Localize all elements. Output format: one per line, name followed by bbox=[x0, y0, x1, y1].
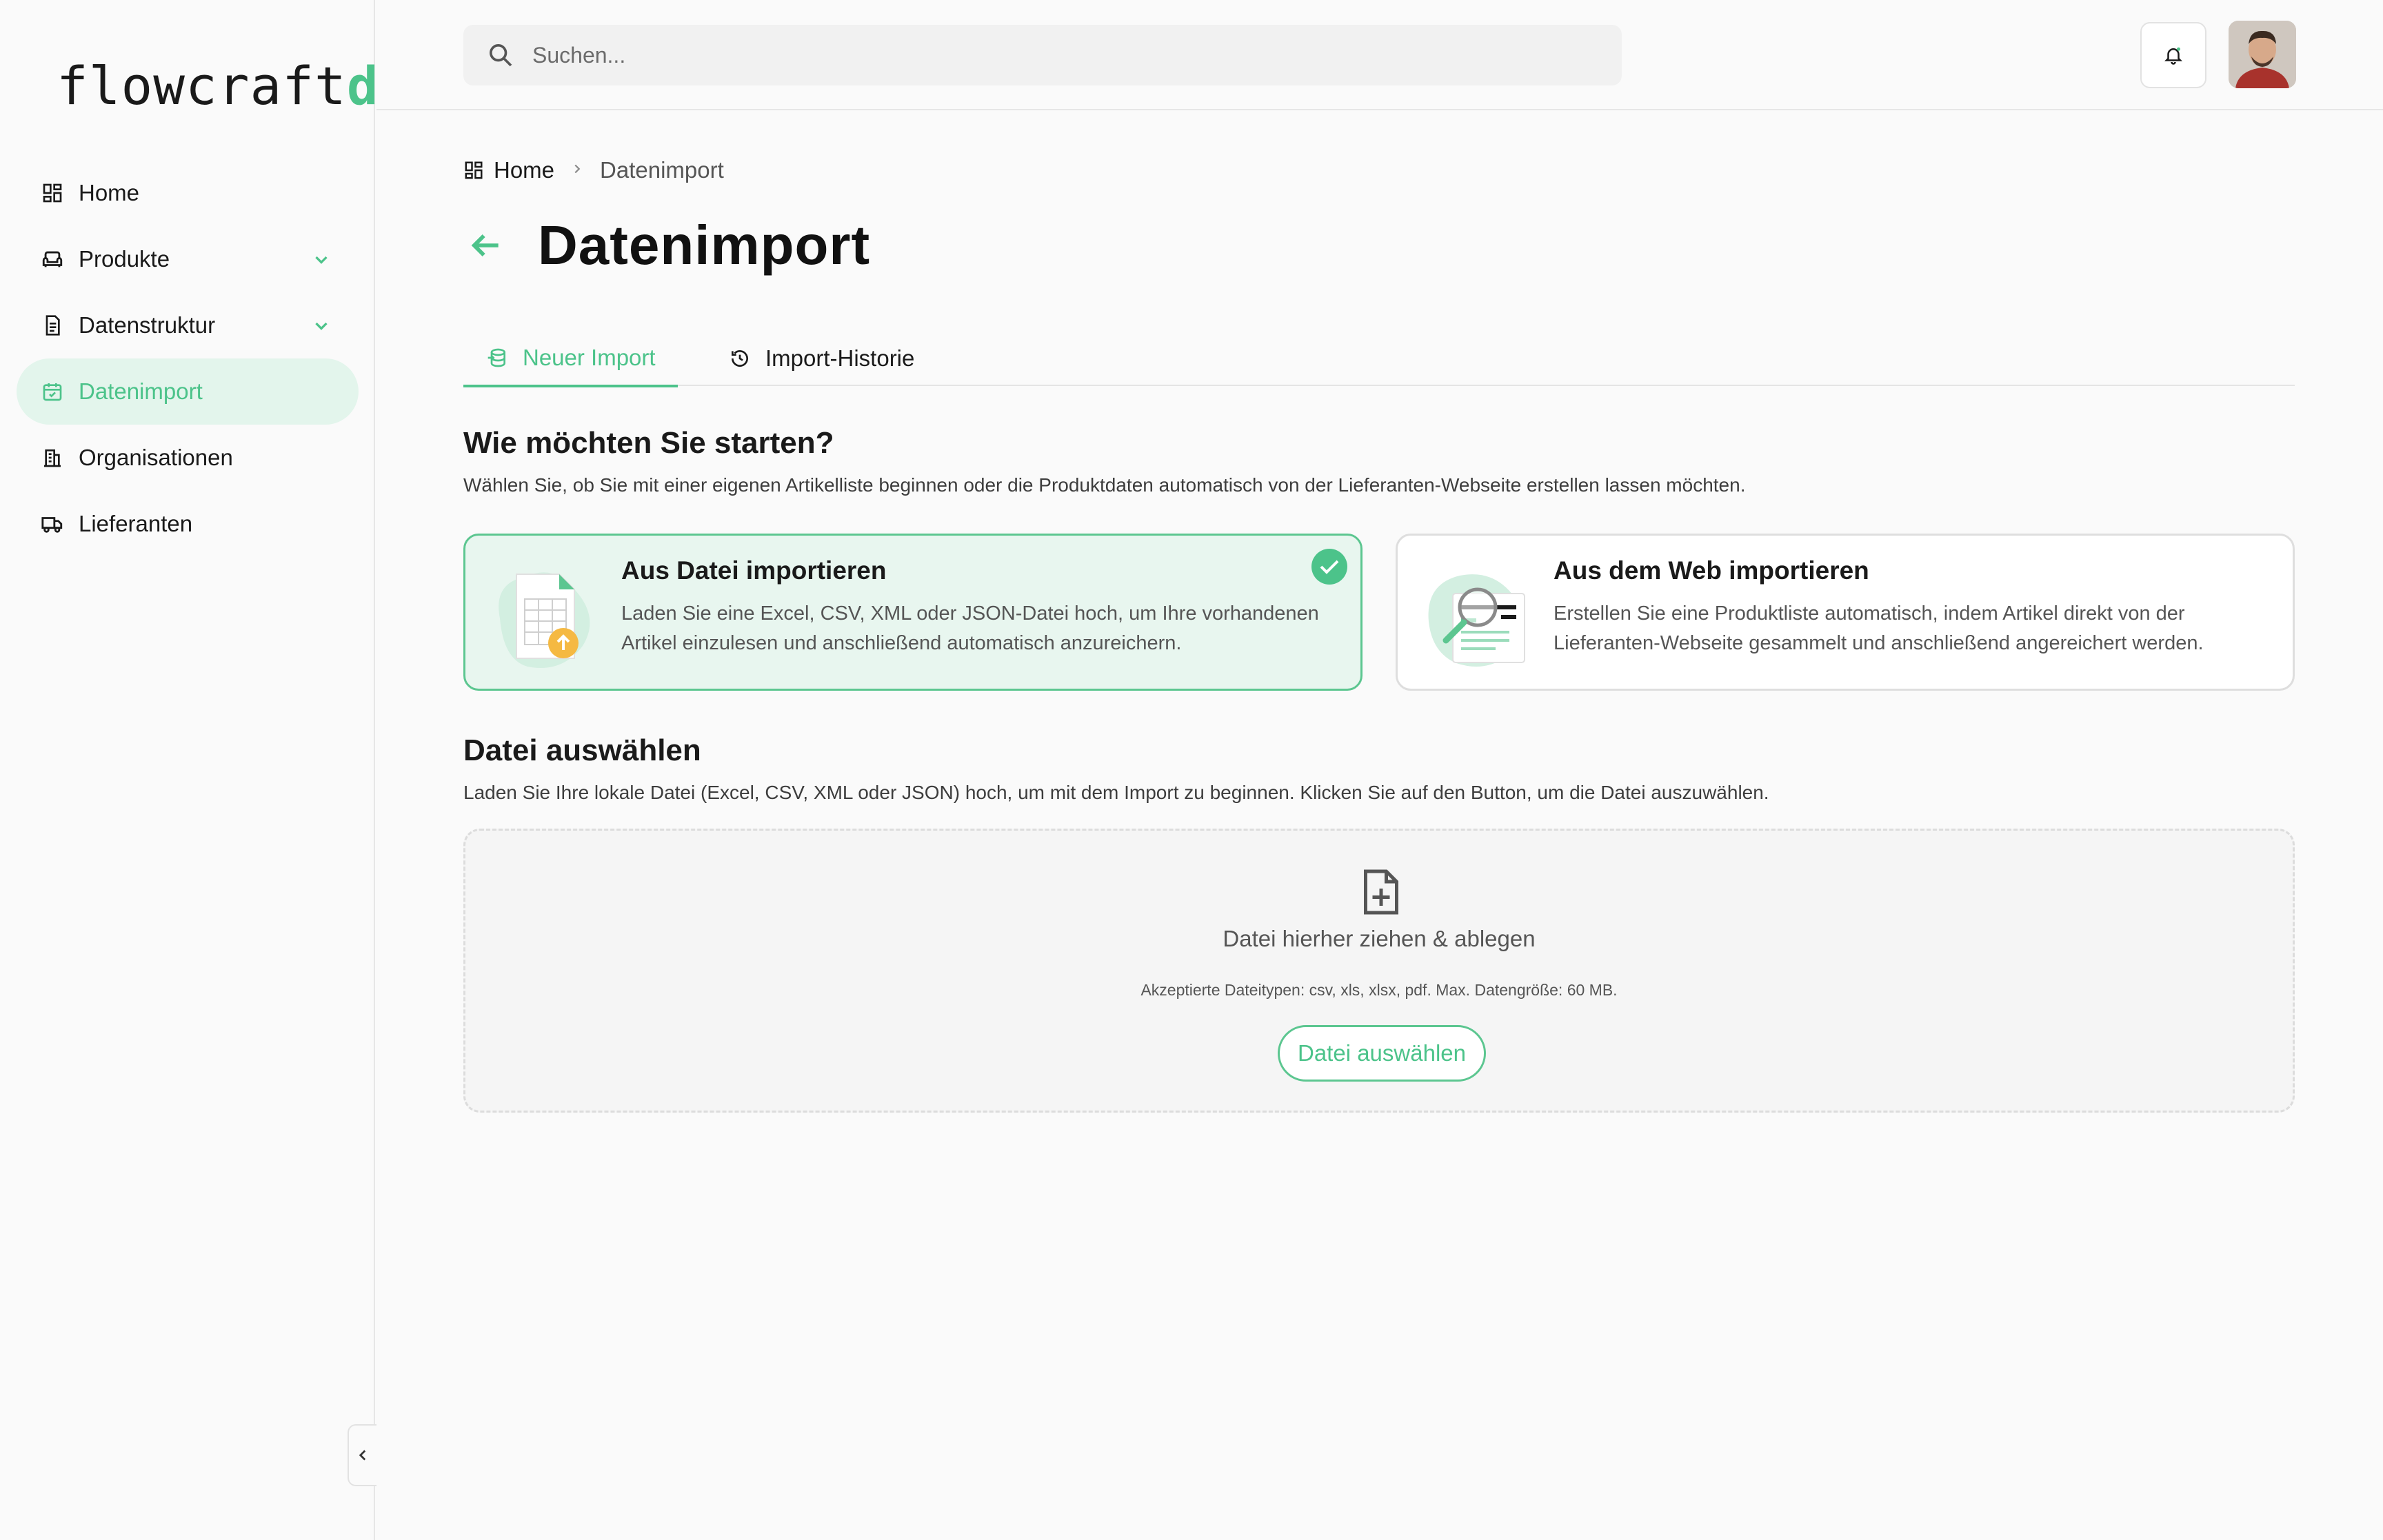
breadcrumb-current: Datenimport bbox=[600, 157, 724, 183]
logo-text: flowcraft bbox=[57, 55, 347, 116]
dropzone-text: Datei hierher ziehen & ablegen bbox=[1223, 926, 1536, 951]
tab-bar: Neuer Import Import-Historie bbox=[463, 331, 2295, 387]
search-input[interactable] bbox=[532, 42, 1567, 68]
dashboard-icon bbox=[465, 161, 483, 179]
sidebar-item-lieferanten[interactable]: Lieferanten bbox=[17, 491, 359, 557]
sidebar-item-label: Lieferanten bbox=[79, 511, 193, 536]
tab-neuer-import[interactable]: Neuer Import bbox=[463, 331, 678, 387]
start-section-title: Wie möchten Sie starten? bbox=[463, 426, 834, 460]
option-title: Aus dem Web importieren bbox=[1554, 556, 1869, 585]
sidebar-item-produkte[interactable]: Produkte bbox=[17, 226, 359, 292]
sidebar-item-label: Datenstruktur bbox=[79, 312, 216, 338]
sidebar-item-label: Datenimport bbox=[79, 378, 203, 404]
sidebar-item-datenstruktur[interactable]: Datenstruktur bbox=[17, 292, 359, 358]
tab-label: Import-Historie bbox=[765, 345, 915, 371]
page-title: Datenimport bbox=[538, 214, 871, 276]
top-header bbox=[376, 0, 2383, 110]
sidebar-item-datenimport[interactable]: Datenimport bbox=[17, 358, 359, 425]
chevron-right-icon bbox=[570, 159, 585, 182]
web-search-illustration-icon bbox=[1418, 556, 1536, 673]
sidebar: flowcraftdb Home Produkte Datenstruktur bbox=[0, 0, 410, 1540]
sofa-icon bbox=[39, 245, 66, 273]
tab-label: Neuer Import bbox=[523, 345, 656, 370]
collapse-sidebar-button[interactable] bbox=[348, 1424, 376, 1486]
file-section-title: Datei auswählen bbox=[463, 733, 701, 767]
option-description: Laden Sie eine Excel, CSV, XML oder JSON… bbox=[621, 602, 1319, 654]
sidebar-item-home[interactable]: Home bbox=[17, 160, 359, 226]
breadcrumb: Home Datenimport bbox=[463, 157, 724, 183]
document-icon bbox=[39, 312, 66, 339]
chevron-down-icon[interactable] bbox=[309, 313, 334, 338]
option-title: Aus Datei importieren bbox=[621, 556, 887, 585]
user-avatar[interactable] bbox=[2229, 21, 2296, 88]
truck-icon bbox=[39, 510, 66, 538]
breadcrumb-home[interactable]: Home bbox=[463, 157, 554, 183]
dashboard-icon bbox=[39, 179, 66, 207]
tab-import-historie[interactable]: Import-Historie bbox=[706, 331, 936, 386]
calendar-import-icon bbox=[39, 378, 66, 405]
accepted-file-types: Akzeptierte Dateitypen: csv, xls, xlsx, … bbox=[1140, 981, 1618, 999]
sidebar-nav: Home Produkte Datenstruktur Datenimport … bbox=[17, 160, 359, 557]
app-logo[interactable]: flowcraftdb bbox=[57, 55, 411, 117]
sidebar-item-organisationen[interactable]: Organisationen bbox=[17, 425, 359, 491]
arrow-left-icon bbox=[471, 234, 499, 256]
file-plus-icon bbox=[1360, 868, 1402, 916]
history-icon bbox=[728, 347, 752, 370]
building-icon bbox=[39, 444, 66, 472]
chevron-down-icon[interactable] bbox=[309, 247, 334, 272]
breadcrumb-home-label: Home bbox=[494, 157, 555, 183]
option-card-file-import[interactable]: Aus Datei importieren Laden Sie eine Exc… bbox=[463, 534, 1363, 691]
back-button[interactable] bbox=[463, 223, 507, 267]
sidebar-item-label: Home bbox=[79, 180, 140, 205]
title-row: Datenimport bbox=[463, 214, 870, 277]
option-card-web-import[interactable]: Aus dem Web importieren Erstellen Sie ei… bbox=[1396, 534, 2295, 691]
check-circle-icon bbox=[1311, 548, 1348, 585]
start-section-subtitle: Wählen Sie, ob Sie mit einer eigenen Art… bbox=[463, 474, 1746, 496]
sidebar-item-label: Produkte bbox=[79, 246, 170, 272]
file-section-subtitle: Laden Sie Ihre lokale Datei (Excel, CSV,… bbox=[463, 782, 1769, 803]
search-bar[interactable] bbox=[463, 25, 1622, 85]
bell-icon bbox=[2164, 47, 2183, 65]
notifications-button[interactable] bbox=[2140, 22, 2206, 88]
file-upload-illustration-icon bbox=[486, 556, 603, 673]
option-description: Erstellen Sie eine Produktliste automati… bbox=[1554, 602, 2204, 654]
sidebar-item-label: Organisationen bbox=[79, 445, 233, 470]
search-icon bbox=[490, 44, 512, 67]
database-import-icon bbox=[485, 346, 509, 369]
choose-file-button[interactable]: Datei auswählen bbox=[1278, 1025, 1486, 1082]
chevron-left-icon bbox=[359, 1450, 366, 1461]
file-dropzone[interactable]: Datei hierher ziehen & ablegen Akzeptier… bbox=[463, 829, 2295, 1113]
